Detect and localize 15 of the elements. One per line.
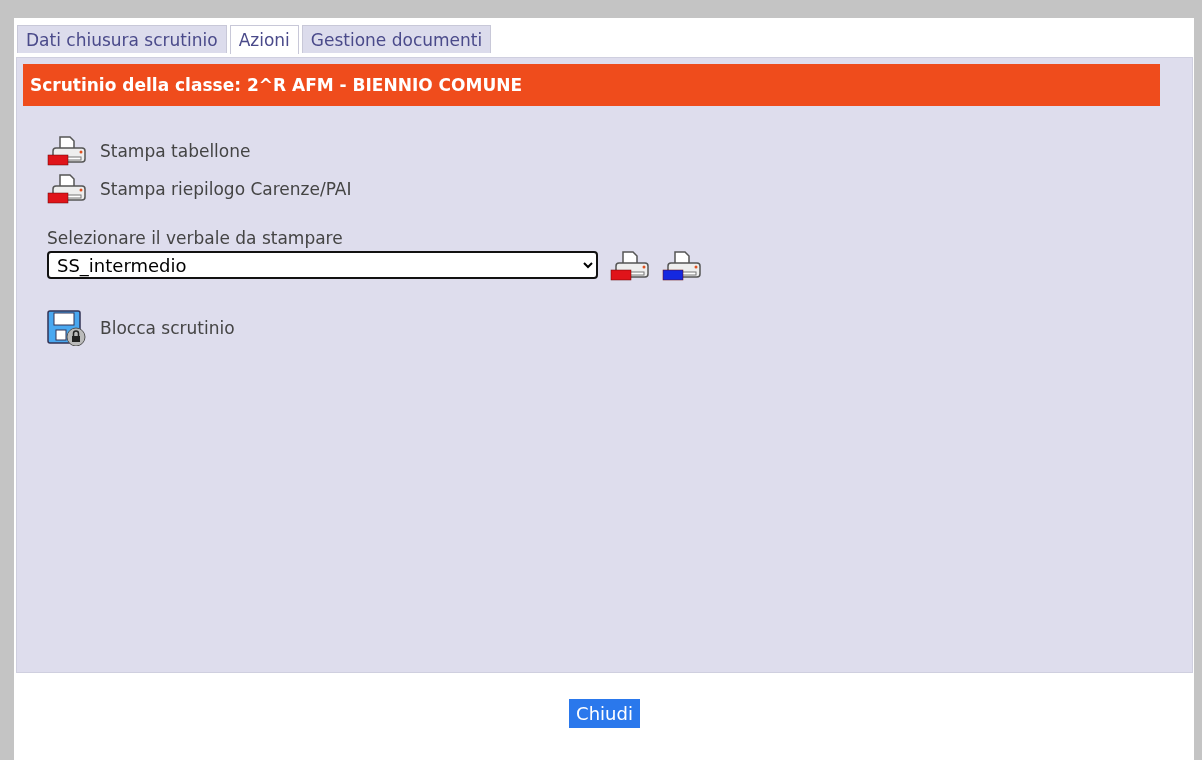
pdf-printer-icon (610, 250, 650, 282)
verbale-select[interactable]: SS_intermedio (47, 251, 598, 279)
print-link[interactable]: Stampa tabellone (47, 132, 1160, 170)
pdf-printer-icon (47, 173, 87, 205)
word-printer-icon (662, 250, 702, 282)
tab[interactable]: Dati chiusura scrutinio (17, 25, 227, 53)
field-label: Selezionare il verbale da stampare (47, 228, 344, 248)
close-button[interactable]: Chiudi (569, 699, 640, 728)
tab[interactable]: Azioni (229, 25, 299, 54)
class-title-bar: Scrutinio della classe: 2^R AFM - BIENNIO COMUNE (23, 64, 1160, 106)
floppy-lock-icon (47, 310, 87, 346)
tab[interactable]: Gestione documenti (301, 25, 492, 53)
lock-link[interactable]: Blocca scrutinio (47, 309, 1160, 347)
pdf-printer-icon (47, 135, 87, 167)
print-link[interactable]: Stampa riepilogo Carenze/PAI (47, 170, 1160, 208)
